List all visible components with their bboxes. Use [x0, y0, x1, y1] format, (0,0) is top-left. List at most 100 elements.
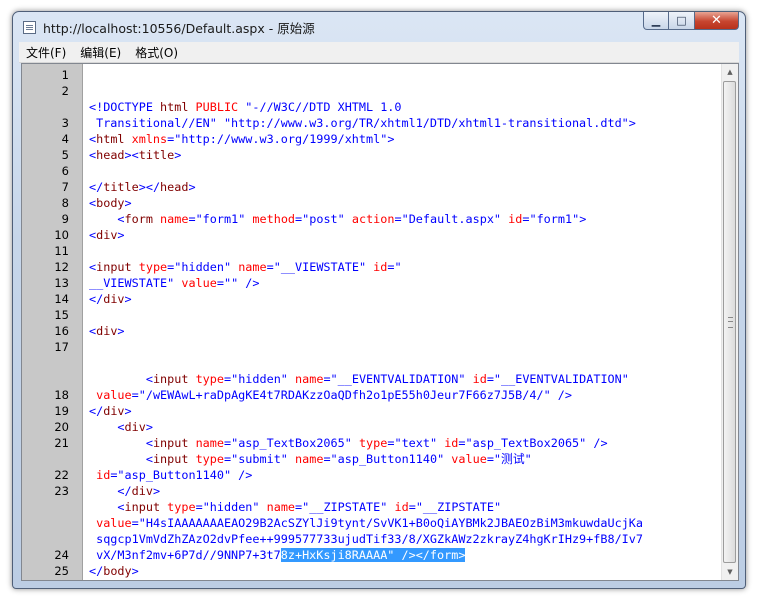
source-line: 15	[22, 307, 722, 323]
code-token: </	[89, 404, 104, 418]
code-token: "http://www.w3.org/1999/xhtml"	[174, 132, 388, 146]
code-text: __VIEWSTATE" value="" />	[89, 275, 719, 291]
code-token: >	[124, 196, 132, 210]
code-token: >	[145, 420, 153, 434]
code-token: div	[96, 228, 118, 242]
source-window: http://localhost:10556/Default.aspx - 原始…	[12, 11, 746, 589]
close-button[interactable]: ✕	[695, 12, 739, 30]
code-token: __VIEWSTATE"	[89, 276, 182, 290]
code-text: <div>	[89, 323, 719, 339]
code-token: "asp_Button1140"	[330, 452, 452, 466]
code-token: title	[138, 148, 175, 162]
caption-buttons: ▁ □ ✕	[643, 12, 739, 31]
scroll-down-arrow-icon[interactable]: ▼	[722, 564, 738, 580]
code-token: div	[103, 292, 125, 306]
minimize-button[interactable]: ▁	[643, 12, 669, 30]
code-text: <input name="asp_TextBox2065" type="text…	[89, 435, 719, 451]
code-text: id="asp_Button1140" />	[89, 467, 719, 483]
code-token: "	[394, 260, 402, 274]
source-line: 7 </title></head>	[22, 179, 722, 195]
code-token: id	[444, 436, 459, 450]
source-line: 10 <div>	[22, 227, 722, 243]
window-title: http://localhost:10556/Default.aspx - 原始…	[43, 21, 315, 36]
code-text: vX/M3nf2mv+6P7d//9NNP7+3t78z+HxKsji8RAAA…	[89, 547, 719, 563]
code-token: action	[351, 212, 395, 226]
code-token: type	[138, 260, 168, 274]
code-token: "text"	[394, 436, 445, 450]
code-token: </	[89, 564, 104, 578]
line-number: 6	[61, 164, 69, 178]
code-token: title	[103, 180, 139, 194]
source-code-area[interactable]: 1 2 3 <!DOCTYPE html PUBLIC "-//W3C//DTD XH…	[22, 64, 722, 580]
code-token: type	[195, 372, 224, 386]
code-token: >	[628, 116, 636, 130]
code-token: "__EVENTVALIDATION"	[330, 372, 473, 386]
line-number: 18	[54, 388, 69, 402]
code-token: >	[117, 228, 125, 242]
title-bar[interactable]: http://localhost:10556/Default.aspx - 原始…	[13, 12, 745, 42]
code-token: value	[89, 388, 132, 402]
scrollbar-thumb[interactable]	[723, 81, 736, 563]
vertical-scrollbar[interactable]: ▲ ▼	[721, 64, 738, 580]
source-line: 20 <div>	[22, 419, 722, 435]
code-token: "asp_Button1140"	[117, 468, 239, 482]
code-token: "-//W3C//DTD XHTML 1.0	[245, 100, 402, 114]
line-number: 24	[54, 548, 69, 562]
source-line: 25 </ body >	[22, 563, 722, 579]
code-token: "Default.aspx"	[401, 212, 509, 226]
line-number: 20	[54, 420, 69, 434]
line-number: 2	[61, 84, 69, 98]
code-token: name	[160, 212, 189, 226]
code-token: >	[131, 564, 139, 578]
code-token: vX/M3nf2mv+6P7d//9NNP7+3t7	[89, 548, 281, 562]
code-token: "/wEWAwL+raDpAgKE4t7RDAKzzOaQDfh2o1pE55h…	[138, 388, 558, 402]
code-token: <!DOCTYPE	[89, 100, 161, 114]
line-number: 11	[54, 244, 69, 258]
code-token: />	[245, 276, 260, 290]
code-token: <	[145, 452, 153, 466]
grip-icon	[728, 317, 733, 328]
line-number: 13	[54, 276, 69, 290]
source-line: 26 </html>	[22, 579, 722, 580]
line-number: 23	[54, 484, 69, 498]
code-text: <div>	[89, 227, 719, 243]
source-line: 18 <input type="hidden" name="__EVENTVAL…	[22, 355, 722, 403]
code-token: </	[89, 292, 104, 306]
scroll-up-arrow-icon[interactable]: ▲	[722, 64, 738, 80]
code-token: />	[557, 388, 572, 402]
line-number: 4	[61, 132, 69, 146]
code-token: sqgcp1VmVdZhZAzO2dvPfee++999577733ujudTi…	[89, 532, 643, 546]
source-line: 3 <!DOCTYPE html PUBLIC "-//W3C//DTD XHTM…	[22, 99, 722, 131]
code-text: value="/wEWAwL+raDpAgKE4t7RDAKzzOaQDfh2o…	[89, 387, 719, 403]
source-viewer[interactable]: 1 2 3 <!DOCTYPE html PUBLIC "-//W3C//DTD XH…	[21, 63, 739, 581]
code-token: =	[216, 276, 224, 290]
line-number: 10	[54, 228, 69, 242]
code-token: type	[195, 452, 224, 466]
code-token: =	[486, 372, 494, 386]
line-number: 5	[61, 148, 69, 162]
code-token: =	[458, 436, 466, 450]
source-line: 24 <input type="hidden" name="__ZIPSTATE…	[22, 499, 722, 563]
code-text: <div>	[89, 419, 719, 435]
code-token: value	[89, 516, 132, 530]
code-token: id	[508, 212, 523, 226]
menu-file[interactable]: 文件(F)	[19, 44, 73, 61]
code-token: input	[124, 500, 168, 514]
code-token: "form1"	[529, 212, 580, 226]
code-token: input	[96, 260, 139, 274]
line-number: 26	[22, 579, 69, 580]
source-line: 17	[22, 339, 722, 355]
menu-format[interactable]: 格式(O)	[128, 44, 185, 61]
code-token: <	[117, 212, 125, 226]
code-token: "hidden"	[231, 372, 296, 386]
code-token: =	[323, 372, 331, 386]
code-token: =	[486, 452, 494, 466]
source-line: 13 __VIEWSTATE" value="" />	[22, 275, 722, 291]
menu-edit[interactable]: 编辑(E)	[73, 44, 128, 61]
code-token: =	[323, 452, 331, 466]
code-token: "asp_TextBox2065"	[231, 436, 359, 450]
code-token: >	[174, 148, 182, 162]
maximize-button[interactable]: □	[669, 12, 695, 30]
